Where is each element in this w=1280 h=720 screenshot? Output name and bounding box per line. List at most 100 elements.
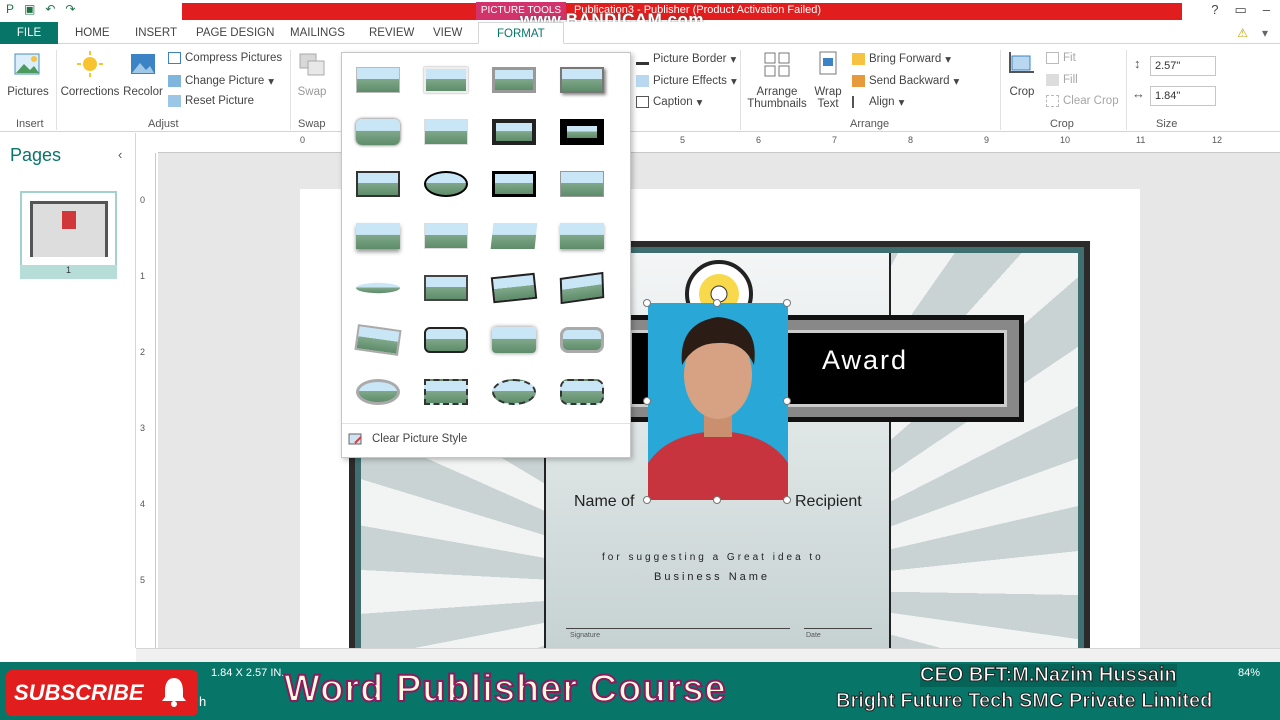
- resize-handle-top-left[interactable]: [643, 299, 651, 307]
- tab-file[interactable]: FILE: [0, 22, 58, 44]
- bring-forward-button[interactable]: Bring Forward ▾: [852, 52, 951, 66]
- tab-view[interactable]: VIEW: [433, 22, 462, 44]
- picture-style-option[interactable]: [556, 269, 608, 305]
- corrections-button[interactable]: Corrections: [60, 50, 120, 98]
- picture-effects-label: Picture Effects: [653, 75, 727, 87]
- picture-style-option[interactable]: [420, 321, 472, 357]
- picture-style-option[interactable]: [352, 113, 404, 149]
- picture-border-button[interactable]: Picture Border ▾: [636, 52, 736, 66]
- picture-style-option[interactable]: [556, 373, 608, 409]
- picture-style-option[interactable]: [556, 113, 608, 149]
- tab-home[interactable]: HOME: [75, 22, 110, 44]
- redo-icon[interactable]: ↷: [65, 2, 75, 16]
- picture-style-option[interactable]: [420, 61, 472, 97]
- picture-effects-icon: [636, 75, 649, 87]
- tab-review[interactable]: REVIEW: [369, 22, 414, 44]
- swap-button[interactable]: Swap: [294, 50, 330, 98]
- collapse-pane-icon[interactable]: ‹: [118, 147, 122, 162]
- caption-button[interactable]: Caption ▾: [636, 95, 702, 109]
- picture-style-option[interactable]: [352, 61, 404, 97]
- horizontal-scrollbar[interactable]: [136, 648, 1280, 662]
- picture-style-option[interactable]: [488, 165, 540, 201]
- picture-style-option[interactable]: [488, 61, 540, 97]
- picture-style-option[interactable]: [352, 217, 404, 253]
- resize-handle-top-right[interactable]: [783, 299, 791, 307]
- collapse-ribbon-icon[interactable]: ▾: [1262, 26, 1268, 40]
- picture-border-icon: [636, 53, 649, 65]
- undo-icon[interactable]: ↶: [45, 2, 55, 16]
- picture-style-option[interactable]: [420, 165, 472, 201]
- ruler-number: 0: [140, 195, 146, 205]
- resize-handle-right[interactable]: [783, 397, 791, 405]
- group-size-label: Size: [1156, 118, 1178, 130]
- clear-picture-style-item[interactable]: Clear Picture Style: [342, 423, 630, 457]
- resize-handle-bottom-right[interactable]: [783, 496, 791, 504]
- crop-icon: [1009, 52, 1034, 73]
- pictures-button[interactable]: Pictures: [6, 50, 50, 98]
- help-icon[interactable]: ?: [1211, 2, 1218, 18]
- recolor-button[interactable]: Recolor: [121, 50, 165, 98]
- picture-style-option[interactable]: [556, 217, 608, 253]
- business-name-text: Business Name: [654, 571, 771, 583]
- resize-handle-bottom[interactable]: [713, 496, 721, 504]
- compress-pictures-button[interactable]: Compress Pictures: [168, 52, 282, 64]
- award-title: Award: [822, 345, 909, 375]
- resize-handle-top[interactable]: [713, 299, 721, 307]
- picture-style-preview-icon: [492, 67, 536, 93]
- ruler-number: 7: [832, 135, 838, 145]
- change-picture-button[interactable]: Change Picture ▾: [168, 74, 274, 88]
- picture-style-option[interactable]: [488, 269, 540, 305]
- picture-style-option[interactable]: [488, 321, 540, 357]
- tab-mailings[interactable]: MAILINGS: [290, 22, 345, 44]
- picture-style-option[interactable]: [352, 165, 404, 201]
- picture-style-preview-icon: [492, 379, 536, 405]
- wrap-text-button[interactable]: Wrap Text: [810, 50, 846, 110]
- fit-label: Fit: [1063, 52, 1076, 64]
- ribbon-display-icon[interactable]: ▭: [1234, 2, 1246, 18]
- picture-style-option[interactable]: [420, 217, 472, 253]
- picture-style-preview-icon: [356, 379, 400, 405]
- picture-style-preview-icon: [356, 119, 400, 145]
- fill-button[interactable]: Fill: [1046, 74, 1078, 86]
- ruler-number: 10: [1060, 135, 1071, 145]
- picture-effects-button[interactable]: Picture Effects ▾: [636, 74, 737, 88]
- picture-style-option[interactable]: [556, 321, 608, 357]
- save-icon[interactable]: ▣: [24, 2, 35, 16]
- align-icon: [852, 96, 865, 108]
- picture-style-option[interactable]: [352, 373, 404, 409]
- picture-style-option[interactable]: [488, 217, 540, 253]
- date-label: Date: [806, 632, 821, 639]
- picture-style-option[interactable]: [352, 269, 404, 305]
- warning-icon[interactable]: ⚠: [1237, 26, 1248, 40]
- vertical-ruler: 0 1 2 3 4 5: [136, 153, 156, 648]
- picture-style-option[interactable]: [420, 373, 472, 409]
- picture-style-preview-icon: [424, 223, 468, 249]
- picture-style-option[interactable]: [420, 113, 472, 149]
- reset-picture-icon: [168, 95, 181, 107]
- resize-handle-left[interactable]: [643, 397, 651, 405]
- picture-style-option[interactable]: [556, 165, 608, 201]
- tab-right-icons: ⚠ ▾: [1237, 26, 1268, 40]
- height-field[interactable]: 2.57": [1150, 56, 1216, 76]
- send-backward-button[interactable]: Send Backward ▾: [852, 74, 959, 88]
- tab-page-design[interactable]: PAGE DESIGN: [196, 22, 274, 44]
- picture-style-preview-icon: [560, 171, 604, 197]
- picture-style-option[interactable]: [556, 61, 608, 97]
- picture-style-option[interactable]: [488, 113, 540, 149]
- width-field[interactable]: 1.84": [1150, 86, 1216, 106]
- minimize-icon[interactable]: –: [1263, 2, 1270, 18]
- resize-handle-bottom-left[interactable]: [643, 496, 651, 504]
- status-zoom[interactable]: 84%: [1238, 667, 1260, 679]
- tab-insert[interactable]: INSERT: [135, 22, 177, 44]
- align-button[interactable]: Align ▾: [852, 95, 904, 109]
- tab-format[interactable]: FORMAT: [478, 22, 564, 44]
- recipient-photo[interactable]: [648, 303, 788, 500]
- clear-crop-button[interactable]: Clear Crop: [1046, 95, 1119, 107]
- picture-style-option[interactable]: [352, 321, 404, 357]
- arrange-thumbnails-button[interactable]: Arrange Thumbnails: [744, 50, 810, 110]
- picture-style-option[interactable]: [488, 373, 540, 409]
- reset-picture-button[interactable]: Reset Picture: [168, 95, 254, 107]
- fit-button[interactable]: Fit: [1046, 52, 1076, 64]
- picture-style-option[interactable]: [420, 269, 472, 305]
- crop-button[interactable]: Crop: [1004, 50, 1040, 98]
